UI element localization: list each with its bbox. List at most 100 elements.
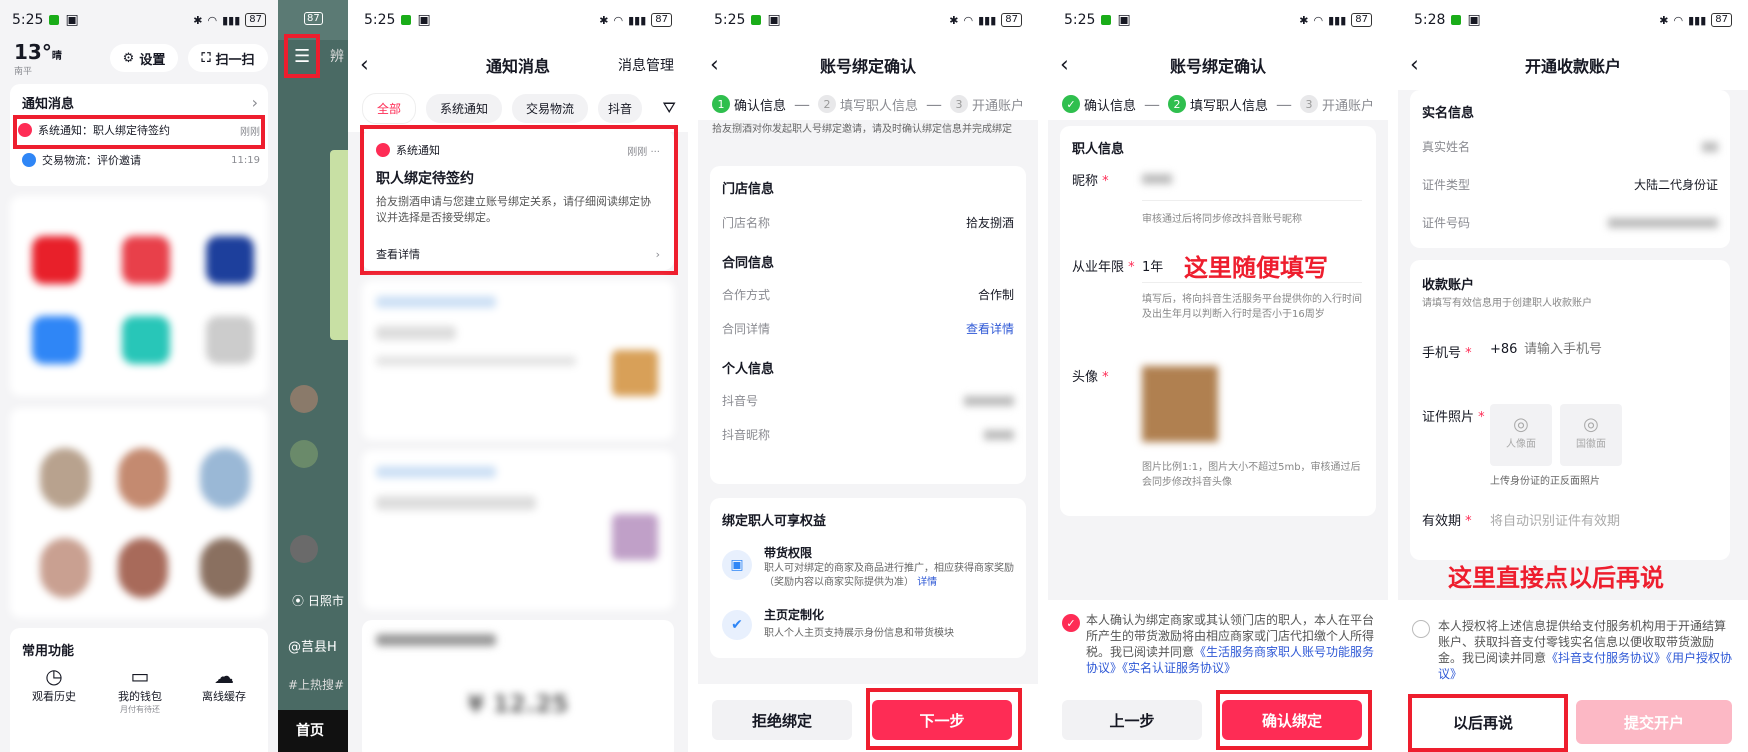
name-label: 真实姓名 <box>1422 140 1471 154</box>
fn-wallet[interactable]: ▭ 我的钱包 月付有待还 <box>110 664 170 715</box>
personal-section: 个人信息 <box>722 362 775 377</box>
settings-button[interactable]: ⚙ 设置 <box>110 44 178 72</box>
mode-label: 合作方式 <box>722 288 771 302</box>
wifi-icon: ◠ <box>613 13 624 27</box>
agree-checkbox[interactable] <box>1412 620 1430 638</box>
years-input[interactable]: 1年 <box>1142 256 1163 275</box>
back-icon[interactable]: ‹ <box>1060 53 1069 78</box>
phone-profile: 5:25 ▣ ✱ ◠ ▮▮▮ 87 13°晴 南平 ⚙ 设置 ⛶ 扫一扫 通知消息 › 系统通… <box>0 0 278 752</box>
signal-icon: ▮▮▮ <box>222 13 241 27</box>
wechat-icon <box>1451 15 1462 25</box>
status-time: 5:25 <box>714 12 746 28</box>
submit-button[interactable]: 提交开户 <box>1576 700 1732 744</box>
logistics-icon <box>22 153 36 167</box>
highlight-box <box>1216 690 1372 750</box>
back-icon[interactable]: ‹ <box>360 53 369 78</box>
step-3: 3 开通账户 <box>950 95 1024 114</box>
realname-section: 实名信息 <box>1422 106 1475 121</box>
weather-cond: 晴 <box>51 51 62 62</box>
tab-logistics[interactable]: 交易物流 <box>512 93 589 123</box>
fn-history[interactable]: ◷ 观看历史 <box>24 664 84 704</box>
clock-icon: ◷ <box>45 664 63 688</box>
valid-label: 有效期 <box>1422 514 1462 529</box>
location-label: 日照市 <box>307 594 344 608</box>
account-section: 收款账户 <box>1422 278 1475 293</box>
menu-icon[interactable]: ☰ <box>294 46 310 67</box>
status-bar: 5:28 ▣ ✱ ◠ ▮▮▮ 87 <box>1398 0 1748 40</box>
page-header: ‹ 账号绑定确认 <box>698 40 1038 90</box>
chevron-right-icon[interactable]: › <box>252 93 258 112</box>
step-2: 2 填写职人信息 <box>818 95 918 114</box>
agreement-link-1[interactable]: 《抖音支付服务协议》 <box>1546 651 1666 665</box>
avatar-image[interactable] <box>1142 366 1218 442</box>
scan-button[interactable]: ⛶ 扫一扫 <box>188 44 268 72</box>
battery-icon: 87 <box>245 13 266 27</box>
wifi-icon: ◠ <box>963 13 974 27</box>
upload-back-label: 国徽面 <box>1576 439 1606 450</box>
back-icon[interactable]: ‹ <box>710 53 719 78</box>
phone-input[interactable] <box>1524 338 1674 360</box>
annotation-text: 这里随便填写 <box>1184 254 1328 282</box>
status-bar: 5:25 ▣ ✱ ◠ ▮▮▮ 87 <box>1048 0 1388 40</box>
nick-input[interactable] <box>1142 174 1172 184</box>
tab-all[interactable]: 全部 <box>362 92 417 124</box>
blurred-notification: ¥ 12.25 <box>362 620 674 752</box>
avatar <box>290 440 318 468</box>
location-tag[interactable]: ⦿ 日照市 <box>292 592 344 609</box>
info-card: 门店信息 门店名称 拾友捌酒 合同信息 合作方式 合作制 合同详情 查看详情 个人信息… <box>710 166 1026 484</box>
page-title: 通知消息 <box>485 57 550 76</box>
fn-label: 我的钱包 <box>118 690 162 703</box>
settings-label: 设置 <box>139 52 166 68</box>
signal-icon: ▮▮▮ <box>628 13 647 27</box>
notif-item-logistics[interactable]: 交易物流：评价邀请 11:19 <box>22 150 260 170</box>
name-value <box>1702 141 1718 152</box>
store-section: 门店信息 <box>722 182 775 197</box>
benefit1-desc: 职人可对绑定的商家及商品进行推广，相应获得商家奖励（奖励内容以商家实际提供为准） <box>764 563 1014 588</box>
fn-offline[interactable]: ☁ 离线缓存 <box>194 664 254 704</box>
upload-front[interactable]: ◎ 人像面 <box>1490 404 1552 466</box>
back-icon[interactable]: ‹ <box>1410 53 1419 78</box>
agree-checkbox[interactable]: ✓ <box>1062 614 1080 632</box>
tab-home[interactable]: 首页 <box>296 720 324 740</box>
step-label: 开通账户 <box>1322 98 1375 114</box>
country-code[interactable]: +86 <box>1490 342 1517 357</box>
tab-system[interactable]: 系统通知 <box>426 93 503 123</box>
benefit1-link[interactable]: 详情 <box>917 577 937 588</box>
tab-douyin[interactable]: 抖音 <box>598 93 643 123</box>
battery-icon: 87 <box>1711 13 1732 27</box>
contract-section: 合同信息 <box>722 256 775 271</box>
douyin-id-value <box>964 395 1014 406</box>
photo-label: 证件照片 <box>1422 410 1475 425</box>
fn-label: 观看历史 <box>32 690 76 703</box>
common-functions-card: 常用功能 ◷ 观看历史 ▭ 我的钱包 月付有待还 ☁ 离线缓存 <box>10 628 268 752</box>
agreement-link-2[interactable]: 《实名认证服务协议》 <box>1122 661 1236 675</box>
author-label: @莒县H <box>288 640 337 655</box>
highlight-box <box>1408 694 1568 752</box>
contract-detail-link[interactable]: 查看详情 <box>966 320 1014 337</box>
highlight-box <box>13 115 265 149</box>
upload-back[interactable]: ◎ 国徽面 <box>1560 404 1622 466</box>
annotation-text: 这里直接点以后再说 <box>1448 564 1664 592</box>
status-time: 5:25 <box>1064 12 1096 28</box>
status-time: 5:25 <box>364 12 396 28</box>
contract-detail-label: 合同详情 <box>722 322 771 336</box>
store-name-label: 门店名称 <box>722 216 771 230</box>
notif-item-time: 11:19 <box>231 154 260 166</box>
bag-icon: ▣ <box>722 550 752 580</box>
worker-info-card: 职人信息 昵称 * 审核通过后将同步修改抖音账号昵称 从业年限 * 1年 填写后… <box>1060 126 1376 516</box>
side-label: 辨 <box>330 49 344 65</box>
weather: 13°晴 南平 <box>14 40 62 77</box>
step-label: 开通账户 <box>972 98 1025 114</box>
battery-icon: 87 <box>1001 13 1022 27</box>
prev-button[interactable]: 上一步 <box>1062 700 1202 740</box>
filter-icon[interactable]: ⛛ <box>663 98 676 118</box>
status-bar: 5:25 ▣ ✱ ◠ ▮▮▮ 87 <box>348 0 688 40</box>
id-type-label: 证件类型 <box>1422 178 1471 192</box>
bluetooth-icon: ✱ <box>1299 13 1309 27</box>
valid-input[interactable]: 将自动识别证件有效期 <box>1490 510 1620 529</box>
reject-button[interactable]: 拒绝绑定 <box>712 700 852 740</box>
cloud-download-icon: ☁ <box>214 664 234 688</box>
message-manage-link[interactable]: 消息管理 <box>618 55 674 75</box>
blurred-services-card <box>10 196 268 396</box>
check-badge-icon: ✔ <box>722 610 752 640</box>
